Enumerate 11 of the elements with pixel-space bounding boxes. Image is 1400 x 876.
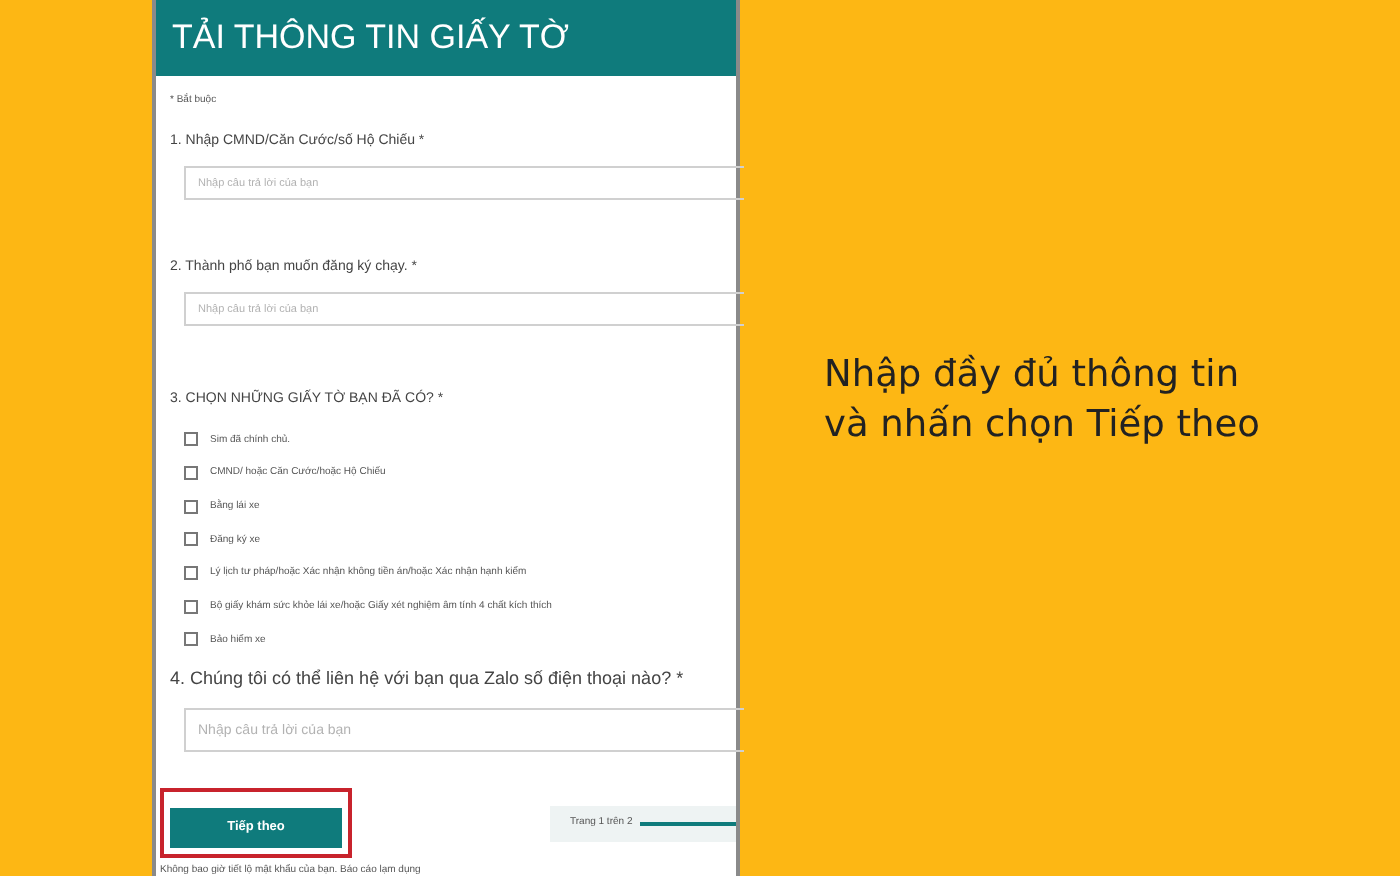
question-label: 4. Chúng tôi có thể liên hệ với bạn qua Zalo số điện thoại nào? * bbox=[170, 668, 686, 691]
checkbox[interactable] bbox=[184, 432, 198, 447]
caption-text: Nhập đầy đủ thông tin và nhấn chọn Tiếp theo bbox=[824, 352, 1260, 450]
checkbox[interactable] bbox=[184, 565, 198, 580]
checkbox[interactable] bbox=[184, 632, 198, 647]
checkbox[interactable] bbox=[184, 599, 198, 614]
progress-line bbox=[640, 821, 736, 826]
checkbox[interactable] bbox=[184, 465, 198, 480]
form-title: TẢI THÔNG TIN GIẤY TỜ bbox=[172, 18, 569, 59]
checkbox[interactable] bbox=[184, 532, 198, 547]
checkbox[interactable] bbox=[184, 499, 198, 514]
